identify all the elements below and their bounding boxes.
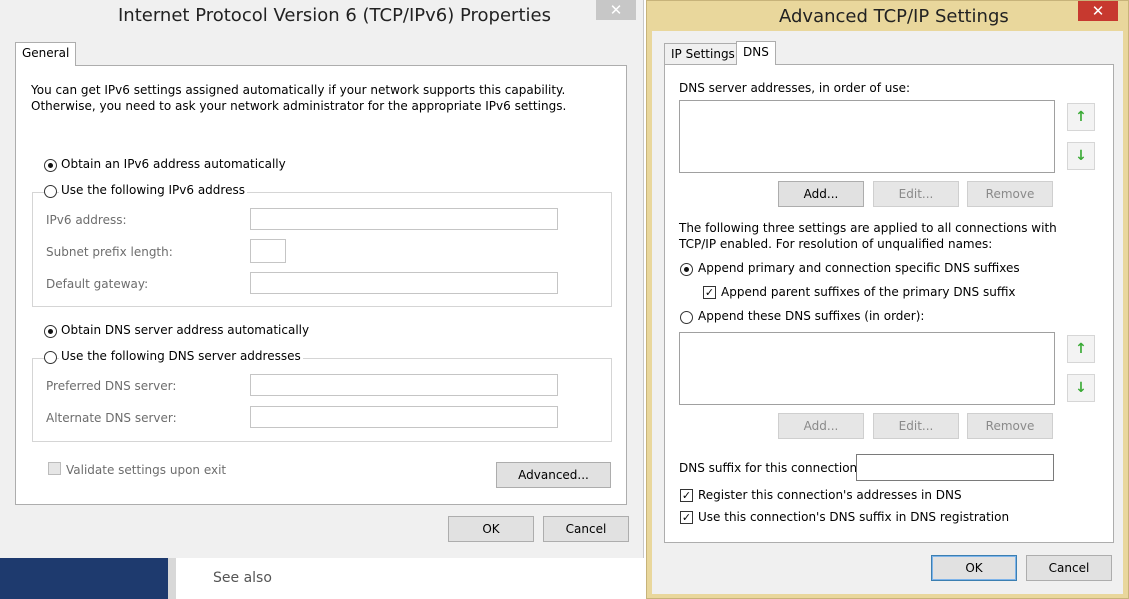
append-parent-label[interactable]: Append parent suffixes of the primary DN… bbox=[721, 285, 1016, 300]
preferred-dns-label: Preferred DNS server: bbox=[46, 379, 177, 393]
register-dns-checkbox[interactable]: ✓ bbox=[680, 489, 693, 502]
ipv6-dialog-title: Internet Protocol Version 6 (TCP/IPv6) P… bbox=[118, 5, 551, 26]
tab-dns[interactable]: DNS bbox=[736, 41, 776, 65]
advanced-tcpip-dialog: Advanced TCP/IP Settings ✕ IP Settings D… bbox=[646, 0, 1129, 599]
ipv6-close-button[interactable]: ✕ bbox=[596, 0, 636, 20]
register-dns-label[interactable]: Register this connection's addresses in … bbox=[698, 488, 962, 503]
default-gateway-input[interactable] bbox=[250, 272, 558, 294]
manual-dns-radio[interactable] bbox=[44, 351, 57, 364]
append-these-radio[interactable] bbox=[680, 311, 693, 324]
auto-dns-radio[interactable] bbox=[44, 325, 57, 338]
ipv6-ok-button[interactable]: OK bbox=[448, 516, 534, 542]
suffix-connection-input[interactable] bbox=[856, 454, 1054, 481]
advanced-titlebar[interactable]: Advanced TCP/IP Settings ✕ bbox=[647, 1, 1128, 31]
dns-address-group bbox=[32, 358, 612, 442]
auto-ipv6-radio[interactable] bbox=[44, 159, 57, 172]
dns-tab-panel: DNS server addresses, in order of use: ↑… bbox=[664, 64, 1114, 543]
subnet-prefix-input[interactable] bbox=[250, 239, 286, 263]
alternate-dns-input[interactable] bbox=[250, 406, 558, 428]
auto-ipv6-label[interactable]: Obtain an IPv6 address automatically bbox=[61, 157, 286, 172]
append-parent-checkbox[interactable]: ✓ bbox=[703, 286, 716, 299]
dns-suffix-add-button[interactable]: Add... bbox=[778, 413, 864, 439]
manual-ipv6-radio[interactable] bbox=[44, 185, 57, 198]
dns-server-remove-button[interactable]: Remove bbox=[967, 181, 1053, 207]
auto-dns-label[interactable]: Obtain DNS server address automatically bbox=[61, 323, 309, 338]
ipv6-titlebar[interactable]: Internet Protocol Version 6 (TCP/IPv6) P… bbox=[0, 0, 643, 30]
dns-suffix-edit-button[interactable]: Edit... bbox=[873, 413, 959, 439]
advanced-cancel-button[interactable]: Cancel bbox=[1026, 555, 1112, 581]
intro-text-line2: Otherwise, you need to ask your network … bbox=[31, 99, 567, 113]
ipv6-address-input[interactable] bbox=[250, 208, 558, 230]
ipv6-cancel-button[interactable]: Cancel bbox=[543, 516, 629, 542]
advanced-button[interactable]: Advanced... bbox=[496, 462, 611, 488]
check-mark-icon: ✓ bbox=[704, 286, 715, 299]
preferred-dns-input[interactable] bbox=[250, 374, 558, 396]
up-arrow-icon: ↑ bbox=[1075, 109, 1087, 125]
suffix-connection-label: DNS suffix for this connection: bbox=[679, 461, 862, 475]
intro-text-line1: You can get IPv6 settings assigned autom… bbox=[31, 83, 566, 97]
subnet-prefix-label: Subnet prefix length: bbox=[46, 245, 173, 259]
check-mark-icon: ✓ bbox=[681, 511, 692, 524]
dns-suffix-up-button[interactable]: ↑ bbox=[1067, 335, 1095, 363]
append-these-label[interactable]: Append these DNS suffixes (in order): bbox=[698, 309, 924, 324]
general-tab-panel: You can get IPv6 settings assigned autom… bbox=[15, 65, 627, 505]
up-arrow-icon: ↑ bbox=[1075, 341, 1087, 357]
advanced-client-area: IP Settings DNS DNS server addresses, in… bbox=[652, 31, 1123, 594]
dns-servers-list[interactable] bbox=[679, 100, 1055, 173]
append-primary-radio[interactable] bbox=[680, 263, 693, 276]
use-suffix-checkbox[interactable]: ✓ bbox=[680, 511, 693, 524]
manual-dns-label[interactable]: Use the following DNS server addresses bbox=[59, 349, 303, 364]
append-primary-label[interactable]: Append primary and connection specific D… bbox=[698, 261, 1020, 276]
alternate-dns-label: Alternate DNS server: bbox=[46, 411, 177, 425]
validate-checkbox[interactable] bbox=[48, 462, 61, 475]
down-arrow-icon: ↓ bbox=[1075, 380, 1087, 396]
dns-server-add-button[interactable]: Add... bbox=[778, 181, 864, 207]
ipv6-address-label: IPv6 address: bbox=[46, 213, 127, 227]
default-gateway-label: Default gateway: bbox=[46, 277, 149, 291]
ipv6-properties-dialog: Internet Protocol Version 6 (TCP/IPv6) P… bbox=[0, 0, 644, 558]
dns-server-edit-button[interactable]: Edit... bbox=[873, 181, 959, 207]
resolution-info-line2: TCP/IP enabled. For resolution of unqual… bbox=[679, 237, 993, 251]
down-arrow-icon: ↓ bbox=[1075, 148, 1087, 164]
dns-suffix-remove-button[interactable]: Remove bbox=[967, 413, 1053, 439]
advanced-dialog-title: Advanced TCP/IP Settings bbox=[779, 6, 1009, 27]
see-also-link[interactable]: See also bbox=[213, 570, 272, 586]
dns-server-up-button[interactable]: ↑ bbox=[1067, 103, 1095, 131]
check-mark-icon: ✓ bbox=[681, 489, 692, 502]
dns-suffixes-list[interactable] bbox=[679, 332, 1055, 405]
use-suffix-label[interactable]: Use this connection's DNS suffix in DNS … bbox=[698, 510, 1009, 525]
resolution-info-line1: The following three settings are applied… bbox=[679, 221, 1057, 235]
dns-server-down-button[interactable]: ↓ bbox=[1067, 142, 1095, 170]
tab-ip-settings[interactable]: IP Settings bbox=[664, 43, 742, 65]
manual-ipv6-label[interactable]: Use the following IPv6 address bbox=[59, 183, 247, 198]
advanced-ok-button[interactable]: OK bbox=[931, 555, 1017, 581]
tab-general[interactable]: General bbox=[15, 42, 77, 66]
dns-suffix-down-button[interactable]: ↓ bbox=[1067, 374, 1095, 402]
validate-label[interactable]: Validate settings upon exit bbox=[66, 463, 226, 478]
background-blue-panel bbox=[0, 558, 168, 599]
advanced-close-button[interactable]: ✕ bbox=[1078, 1, 1118, 21]
dns-servers-label: DNS server addresses, in order of use: bbox=[679, 81, 911, 95]
